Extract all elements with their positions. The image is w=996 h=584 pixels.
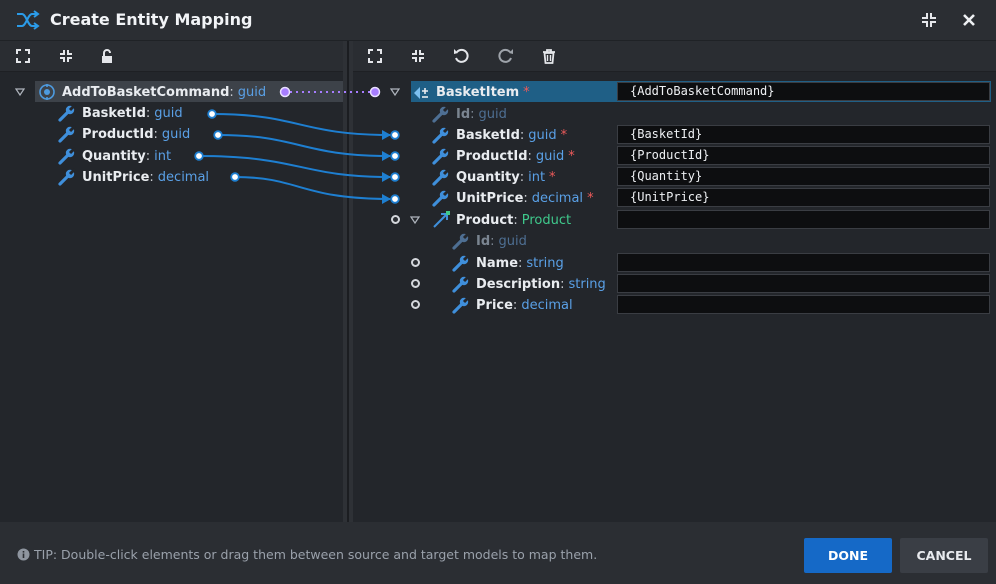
command-icon	[39, 84, 55, 100]
source-toolbar	[0, 41, 343, 72]
attribute-icon	[432, 168, 450, 186]
shuffle-icon	[17, 10, 40, 30]
unmapped-connector-dot[interactable]	[391, 215, 400, 224]
source-root-name: AddToBasketCommand	[62, 84, 230, 100]
attribute-icon	[452, 254, 470, 272]
panel-splitter[interactable]	[343, 41, 353, 522]
source-root-type: guid	[237, 84, 267, 100]
unlock-icon[interactable]	[98, 47, 116, 65]
mapping-field-name[interactable]	[617, 253, 990, 272]
product-child-price[interactable]: Price: decimal	[452, 295, 573, 315]
mapping-field-productid[interactable]: {ProductId}	[617, 146, 990, 165]
mapping-field-unitprice[interactable]: {UnitPrice}	[617, 188, 990, 207]
info-icon	[17, 548, 30, 561]
mapping-field-description[interactable]	[617, 274, 990, 293]
redo-icon[interactable]	[497, 47, 515, 65]
source-item-basketid[interactable]: BasketId: guid	[58, 103, 183, 123]
target-item-productid[interactable]: ProductId: guid *	[432, 146, 575, 166]
cancel-button[interactable]: CANCEL	[900, 538, 988, 573]
unmapped-connector-dot[interactable]	[411, 258, 420, 267]
attribute-icon	[432, 189, 450, 207]
mapping-field-product[interactable]	[617, 210, 990, 229]
mapping-field-price[interactable]	[617, 295, 990, 314]
attribute-icon	[58, 168, 76, 186]
delete-icon[interactable]	[540, 47, 558, 65]
target-toolbar	[353, 41, 996, 72]
window-title: Create Entity Mapping	[50, 10, 253, 29]
source-root-node[interactable]: AddToBasketCommand: guid	[38, 82, 266, 102]
attribute-icon	[58, 147, 76, 165]
attribute-icon	[432, 105, 450, 123]
collapse-toggle-icon[interactable]	[390, 87, 400, 97]
product-child-id[interactable]: Id: guid	[452, 231, 527, 251]
attribute-icon	[432, 147, 450, 165]
mapping-field-quantity[interactable]: {Quantity}	[617, 167, 990, 186]
undo-icon[interactable]	[452, 47, 470, 65]
close-icon[interactable]	[959, 10, 979, 30]
expand-all-icon[interactable]	[366, 47, 384, 65]
product-child-name[interactable]: Name: string	[452, 253, 564, 273]
product-child-description[interactable]: Description: string	[452, 274, 606, 294]
mapping-field-basketid[interactable]: {BasketId}	[617, 125, 990, 144]
target-root-node[interactable]: BasketItem *	[412, 82, 530, 102]
source-item-unitprice[interactable]: UnitPrice: decimal	[58, 167, 209, 187]
target-item-unitprice[interactable]: UnitPrice: decimal *	[432, 188, 594, 208]
source-item-productid[interactable]: ProductId: guid	[58, 124, 190, 144]
target-item-basketid[interactable]: BasketId: guid *	[432, 125, 567, 145]
expand-all-icon[interactable]	[14, 47, 32, 65]
target-root-name: BasketItem	[436, 84, 520, 100]
unmapped-connector-dot[interactable]	[411, 279, 420, 288]
collapse-toggle-icon[interactable]	[15, 87, 25, 97]
attribute-icon	[58, 125, 76, 143]
target-item-product[interactable]: Product: Product	[432, 210, 571, 230]
collapse-all-icon[interactable]	[57, 47, 75, 65]
attribute-icon	[452, 232, 470, 250]
done-button[interactable]: DONE	[804, 538, 892, 573]
tip-text: TIP: Double-click elements or drag them …	[17, 547, 597, 562]
restore-window-icon[interactable]	[919, 10, 939, 30]
source-item-quantity[interactable]: Quantity: int	[58, 146, 171, 166]
title-bar: Create Entity Mapping	[0, 0, 996, 41]
class-icon	[414, 87, 428, 99]
attribute-icon	[432, 126, 450, 144]
target-item-quantity[interactable]: Quantity: int *	[432, 167, 556, 187]
attribute-icon	[452, 275, 470, 293]
attribute-icon	[452, 296, 470, 314]
unmapped-connector-dot[interactable]	[411, 300, 420, 309]
target-item-id[interactable]: Id: guid	[432, 104, 507, 124]
collapse-all-icon[interactable]	[409, 47, 427, 65]
attribute-icon	[58, 104, 76, 122]
association-icon	[433, 211, 450, 228]
target-root-mapping-field[interactable]: {AddToBasketCommand}	[617, 82, 990, 101]
collapse-toggle-icon[interactable]	[410, 215, 420, 225]
